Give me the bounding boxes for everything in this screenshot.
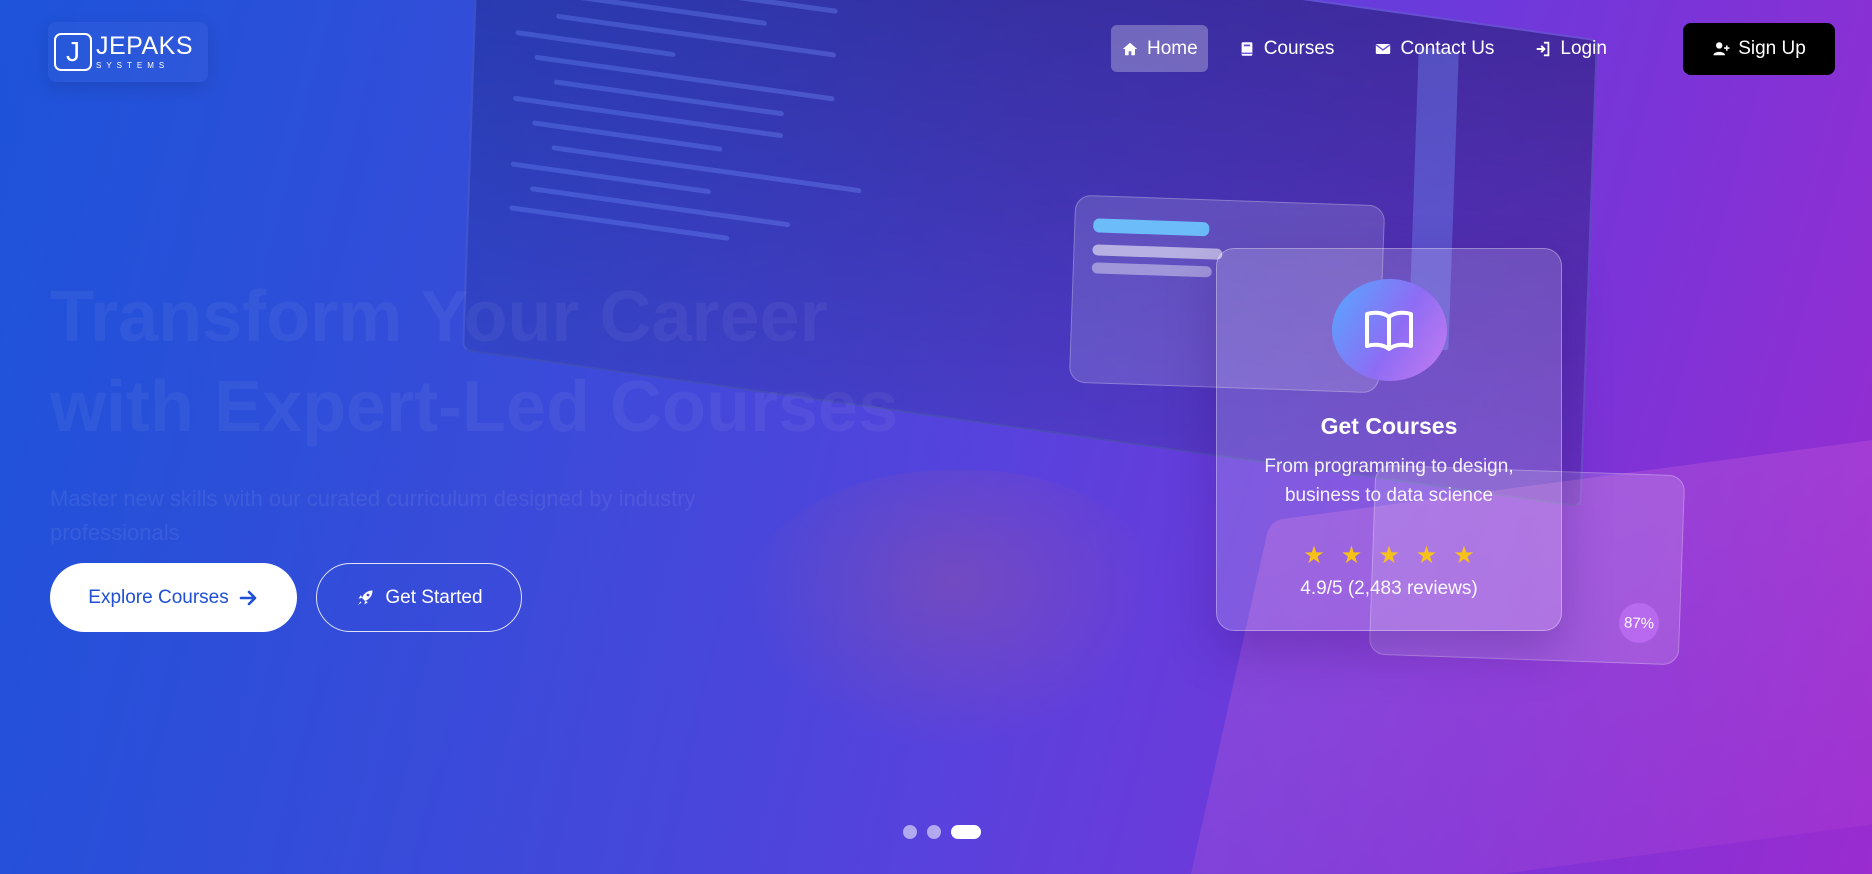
user-plus-icon — [1713, 42, 1730, 56]
sign-up-button[interactable]: Sign Up — [1683, 23, 1835, 75]
nav-label: Home — [1147, 37, 1198, 59]
carousel-dot-1[interactable] — [903, 825, 917, 839]
login-icon — [1537, 41, 1550, 56]
carousel-dot-2[interactable] — [927, 825, 941, 839]
brand-name: JEPAKS — [96, 32, 194, 60]
get-started-button[interactable]: Get Started — [316, 563, 522, 632]
star-icon: ★ — [1303, 542, 1325, 569]
feature-card-title: Get Courses — [1320, 413, 1458, 439]
nav-label: Contact Us — [1400, 37, 1495, 59]
rating-stars: ★ ★ ★ ★ ★ — [1295, 544, 1483, 568]
book-icon — [1241, 41, 1253, 56]
nav-item-contact[interactable]: Contact Us — [1364, 25, 1504, 72]
rating-text: 4.9/5 (2,483 reviews) — [1300, 578, 1478, 599]
star-icon: ★ — [1415, 542, 1438, 569]
feature-card[interactable]: Get Courses From programming to design, … — [1216, 248, 1562, 631]
logo-mark: J — [54, 33, 92, 71]
feature-card-description: From programming to design, business to … — [1264, 456, 1514, 506]
nav-item-home[interactable]: Home — [1111, 25, 1208, 72]
nav-item-login[interactable]: Login — [1524, 25, 1617, 72]
hero-title: Transform Your Career with Expert-Led Co… — [50, 277, 899, 447]
star-icon: ★ — [1453, 542, 1475, 569]
arrow-right-icon — [239, 590, 257, 605]
carousel-dot-3[interactable] — [951, 825, 981, 839]
rocket-icon — [358, 590, 373, 605]
brand-logo[interactable]: J JEPAKS SYSTEMS — [48, 22, 208, 82]
explore-courses-button[interactable]: Explore Courses — [50, 563, 297, 632]
main-nav: Home Courses Contact Us Login — [1111, 25, 1637, 72]
star-icon: ★ — [1378, 542, 1400, 569]
sign-up-label: Sign Up — [1738, 38, 1806, 59]
envelope-icon — [1376, 43, 1391, 54]
nav-label: Login — [1560, 37, 1607, 59]
star-icon: ★ — [1340, 542, 1363, 569]
brand-tagline: SYSTEMS — [96, 61, 170, 70]
hero-subtitle: Master new skills with our curated curri… — [50, 486, 696, 545]
home-icon — [1122, 42, 1138, 55]
carousel-indicators — [903, 825, 991, 839]
nav-label: Courses — [1263, 37, 1335, 59]
progress-percent: 87% — [1618, 602, 1660, 644]
nav-item-courses[interactable]: Courses — [1228, 25, 1345, 72]
get-started-label: Get Started — [385, 586, 483, 608]
explore-courses-label: Explore Courses — [88, 586, 229, 608]
open-book-icon — [1331, 279, 1447, 381]
